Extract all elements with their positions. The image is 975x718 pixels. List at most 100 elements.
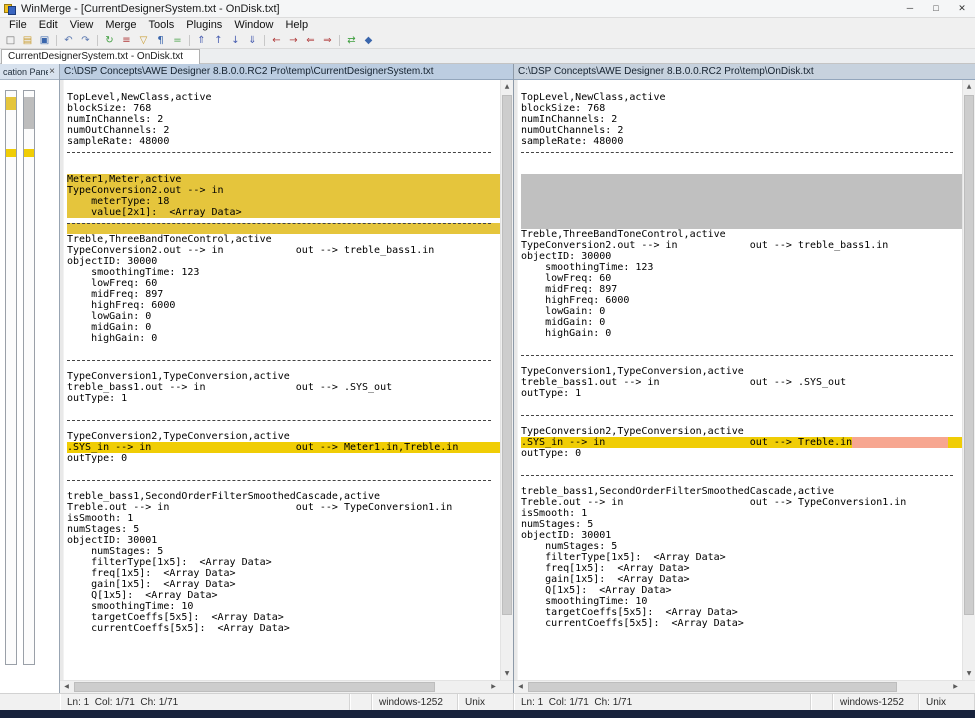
code-line[interactable]: TypeConversion2.out --> in out --> trebl… (67, 245, 500, 256)
tab-compare-files[interactable]: CurrentDesignerSystem.txt - OnDisk.txt (1, 49, 200, 64)
code-line[interactable]: numStages: 5 (67, 524, 500, 535)
code-line[interactable]: objectID: 30001 (67, 535, 500, 546)
code-line[interactable]: numOutChannels: 2 (67, 125, 500, 136)
filters-icon[interactable]: ▽ (135, 33, 152, 48)
horizontal-scrollbar[interactable]: ◀ ▶ (514, 680, 975, 693)
previous-difference-icon[interactable]: ↑ (210, 33, 227, 48)
code-line[interactable]: lowFreq: 60 (67, 278, 500, 289)
code-line[interactable]: freq[1x5]: <Array Data> (521, 563, 962, 574)
code-line[interactable]: sampleRate: 48000 (67, 136, 500, 147)
code-line[interactable]: smoothingTime: 10 (67, 601, 500, 612)
location-bar-left-file[interactable] (5, 90, 17, 665)
horizontal-scrollbar-track[interactable] (527, 681, 949, 693)
code-line[interactable]: treble_bass1,SecondOrderFilterSmoothedCa… (521, 486, 962, 497)
code-line[interactable]: Treble.out --> in out --> TypeConversion… (521, 497, 962, 508)
diff-marker[interactable] (6, 97, 16, 110)
code-line[interactable]: treble_bass1.out --> in out --> .SYS_out (67, 382, 500, 393)
redo-icon[interactable]: ↷ (77, 33, 94, 48)
code-line[interactable]: TopLevel,NewClass,active (521, 92, 962, 103)
scroll-left-icon[interactable]: ◀ (60, 681, 73, 693)
code-line[interactable]: Treble,ThreeBandToneControl,active (521, 229, 962, 240)
undo-icon[interactable]: ↶ (60, 33, 77, 48)
separator-line[interactable] (521, 415, 962, 426)
code-line[interactable] (521, 459, 962, 470)
code-line[interactable]: highFreq: 6000 (521, 295, 962, 306)
copy-all-left-icon[interactable]: ⇐ (302, 33, 319, 48)
code-line[interactable] (521, 399, 962, 410)
diff-line[interactable]: Meter1,Meter,active (67, 174, 500, 185)
location-bar-right-file[interactable] (23, 90, 35, 665)
code-line[interactable]: treble_bass1,SecondOrderFilterSmoothedCa… (67, 491, 500, 502)
code-line[interactable]: smoothingTime: 10 (521, 596, 962, 607)
code-line[interactable]: targetCoeffs[5x5]: <Array Data> (67, 612, 500, 623)
code-line[interactable]: isSmooth: 1 (521, 508, 962, 519)
deleted-block-line[interactable] (521, 207, 962, 218)
horizontal-scrollbar-thumb[interactable] (528, 682, 897, 692)
code-line[interactable]: currentCoeffs[5x5]: <Array Data> (521, 618, 962, 629)
copy-right-icon[interactable]: → (285, 33, 302, 48)
menu-plugins[interactable]: Plugins (180, 18, 228, 32)
show-identical-icon[interactable]: = (169, 33, 186, 48)
code-line[interactable]: TopLevel,NewClass,active (67, 92, 500, 103)
scroll-right-icon[interactable]: ▶ (487, 681, 500, 693)
code-line[interactable]: numStages: 5 (67, 546, 500, 557)
diff-line[interactable]: value[2x1]: <Array Data> (67, 207, 500, 218)
code-line[interactable]: Treble,ThreeBandToneControl,active (67, 234, 500, 245)
code-line[interactable]: objectID: 30001 (521, 530, 962, 541)
horizontal-scrollbar-track[interactable] (73, 681, 487, 693)
code-line[interactable]: filterType[1x5]: <Array Data> (67, 557, 500, 568)
close-icon[interactable]: ✕ (949, 0, 975, 18)
deleted-block-line[interactable] (521, 185, 962, 196)
left-file-path-header[interactable]: C:\DSP Concepts\AWE Designer 8.B.0.0.RC2… (60, 64, 513, 80)
code-line[interactable]: highGain: 0 (67, 333, 500, 344)
code-line[interactable]: targetCoeffs[5x5]: <Array Data> (521, 607, 962, 618)
selected-diff-line[interactable]: .SYS_in --> in out --> Meter1.in,Treble.… (67, 442, 500, 453)
location-map[interactable] (0, 80, 59, 693)
plugins-icon[interactable]: ◆ (360, 33, 377, 48)
diff-marker[interactable] (6, 149, 16, 157)
last-difference-icon[interactable]: ⇓ (244, 33, 261, 48)
diff-marker[interactable] (24, 97, 34, 129)
deleted-block-line[interactable] (521, 218, 962, 229)
code-line[interactable]: midFreq: 897 (521, 284, 962, 295)
copy-left-icon[interactable]: ← (268, 33, 285, 48)
code-line[interactable]: freq[1x5]: <Array Data> (67, 568, 500, 579)
next-difference-icon[interactable]: ↓ (227, 33, 244, 48)
code-line[interactable]: filterType[1x5]: <Array Data> (521, 552, 962, 563)
right-file-content[interactable]: TopLevel,NewClass,activeblockSize: 768nu… (518, 80, 962, 680)
code-line[interactable]: Treble.out --> in out --> TypeConversion… (67, 502, 500, 513)
selected-diff-line[interactable]: .SYS_in --> in out --> Treble.in (521, 437, 962, 448)
menu-edit[interactable]: Edit (33, 18, 64, 32)
code-line[interactable]: objectID: 30000 (521, 251, 962, 262)
code-line[interactable]: currentCoeffs[5x5]: <Array Data> (67, 623, 500, 634)
code-line[interactable] (67, 464, 500, 475)
code-line[interactable]: smoothingTime: 123 (521, 262, 962, 273)
code-line[interactable]: sampleRate: 48000 (521, 136, 962, 147)
horizontal-scrollbar-thumb[interactable] (74, 682, 435, 692)
separator-line[interactable] (67, 480, 500, 491)
options-icon[interactable]: ≡ (118, 33, 135, 48)
new-icon[interactable]: □ (2, 33, 19, 48)
menu-help[interactable]: Help (279, 18, 314, 32)
code-line[interactable]: numInChannels: 2 (67, 114, 500, 125)
vertical-scrollbar[interactable]: ▲ ▼ (500, 80, 513, 680)
menu-window[interactable]: Window (228, 18, 279, 32)
deleted-block-line[interactable] (521, 174, 962, 185)
save-icon[interactable]: ▣ (36, 33, 53, 48)
code-line[interactable]: lowGain: 0 (67, 311, 500, 322)
menu-merge[interactable]: Merge (99, 18, 142, 32)
diff-line[interactable]: meterType: 18 (67, 196, 500, 207)
rescan-icon[interactable]: ↻ (101, 33, 118, 48)
vertical-scrollbar[interactable]: ▲ ▼ (962, 80, 975, 680)
deleted-block-line[interactable] (521, 196, 962, 207)
diff-marker[interactable] (24, 149, 34, 157)
code-line[interactable]: TypeConversion1,TypeConversion,active (67, 371, 500, 382)
scroll-left-icon[interactable]: ◀ (514, 681, 527, 693)
code-line[interactable]: TypeConversion2.out --> in out --> trebl… (521, 240, 962, 251)
code-line[interactable] (521, 339, 962, 350)
scroll-right-icon[interactable]: ▶ (949, 681, 962, 693)
scroll-up-icon[interactable]: ▲ (963, 80, 975, 93)
maximize-icon[interactable]: □ (923, 0, 949, 18)
code-line[interactable] (67, 344, 500, 355)
code-line[interactable]: TypeConversion2,TypeConversion,active (67, 431, 500, 442)
